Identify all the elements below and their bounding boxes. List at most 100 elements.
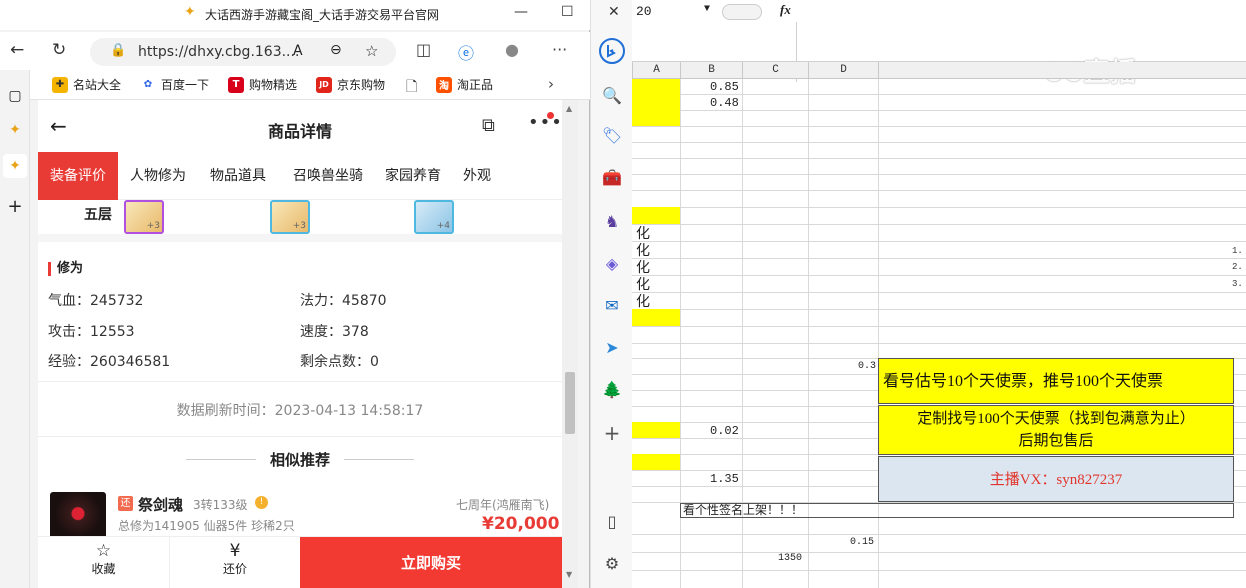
cell-b2[interactable]: 0.48: [710, 96, 739, 110]
recommendation-card[interactable]: 还 祭剑魂 3转133级 ! 七周年(鸿雁南飞) 总修为141905 仙器5件 …: [38, 484, 562, 540]
bargain-badge: 还: [118, 496, 133, 511]
toolbox-icon[interactable]: 🧰: [599, 164, 625, 190]
attr-speed: 速度：378: [300, 324, 369, 340]
col-d[interactable]: D: [808, 62, 878, 79]
new-tab-icon[interactable]: +: [3, 194, 27, 218]
favorite-star-icon[interactable]: ☆: [365, 42, 378, 60]
more-icon[interactable]: •••: [528, 112, 562, 133]
formula-cancel-icon[interactable]: [722, 4, 762, 20]
tab-items[interactable]: 物品道具: [198, 152, 278, 200]
cell-d-bottom[interactable]: 0.15: [850, 537, 874, 548]
fx-icon[interactable]: fx: [780, 2, 791, 18]
bookmark-label: 名站大全: [73, 78, 122, 92]
bookmark-icon: ✚: [52, 76, 68, 93]
send-icon[interactable]: ➤: [599, 334, 625, 360]
bookmark-item[interactable]: JD 京东购物: [316, 76, 385, 93]
tab-equipment-rating[interactable]: 装备评价: [38, 152, 118, 200]
promo-line-2: 后期包售后: [1018, 433, 1094, 449]
cell-b-low[interactable]: 1.35: [710, 472, 739, 486]
bargain-button[interactable]: ¥ 还价: [169, 537, 300, 588]
tab-home[interactable]: 家园养育: [378, 152, 448, 200]
bookmark-item[interactable]: 淘淘正品: [436, 76, 493, 93]
tab-favicon-icon[interactable]: ✦: [3, 154, 27, 178]
favorite-label: 收藏: [91, 562, 116, 576]
bookmark-label: 京东购物: [337, 78, 386, 92]
settings-icon[interactable]: ⚙: [599, 550, 625, 576]
row-number: 1.: [1232, 246, 1243, 256]
bookmark-item[interactable]: ✿ 百度一下: [140, 76, 209, 93]
signature-cell: 看个性签名上架！！！: [680, 503, 1234, 518]
minimize-icon[interactable]: —: [514, 4, 528, 20]
bookmark-item[interactable]: T 购物精选: [228, 76, 297, 93]
name-box[interactable]: 20 ▼: [632, 2, 720, 24]
tab-appearance[interactable]: 外观: [452, 152, 502, 200]
cell-text: 化: [636, 261, 650, 276]
edge-sidebar: 🔍 🏷 🧰 ♞ ◈ ✉ ➤ 🌲 + ▯ ⚙: [590, 0, 632, 588]
outlook-icon[interactable]: ✉: [599, 292, 625, 318]
character-name: 祭剑魂: [138, 496, 184, 514]
more-menu-icon[interactable]: ···: [552, 40, 567, 59]
page-header: ← 商品详情 ⧉ •••: [38, 100, 562, 152]
tab-character-cultivation[interactable]: 人物修为: [118, 152, 198, 200]
add-icon[interactable]: +: [599, 420, 625, 446]
paw-icon: ✿: [140, 76, 156, 93]
tab-pets-mounts[interactable]: 召唤兽坐骑: [278, 152, 378, 200]
promo-banner-custom: 定制找号100个天使票（找到包满意为止） 后期包售后: [878, 405, 1234, 455]
bookmark-item[interactable]: ✚ 名站大全: [52, 76, 121, 93]
formula-bar[interactable]: [632, 22, 1246, 82]
bookmark-label: 百度一下: [161, 78, 210, 92]
maximize-icon[interactable]: ☐: [561, 4, 574, 20]
page-scrollbar[interactable]: ▲ ▼: [562, 100, 578, 588]
cell-b1[interactable]: 0.85: [710, 80, 739, 94]
item-slot[interactable]: +3: [124, 200, 164, 234]
browser-toolbar: ← ↻ 🔒 https://dhxy.cbg.163.... A ⊖ ☆ ◫ ⓔ…: [0, 32, 590, 70]
cell-d-small[interactable]: 0.3: [858, 361, 876, 372]
m365-icon[interactable]: ◈: [599, 250, 625, 276]
attr-hp: 气血：245732: [48, 293, 144, 309]
split-screen-icon[interactable]: ◫: [416, 40, 431, 59]
cell-c-bottom[interactable]: 1350: [778, 553, 802, 564]
scroll-up-icon[interactable]: ▲: [566, 104, 572, 113]
profile-avatar-icon[interactable]: ●: [505, 40, 519, 59]
tree-icon[interactable]: 🌲: [599, 376, 625, 402]
col-c[interactable]: C: [742, 62, 808, 79]
cell-b-mid[interactable]: 0.02: [710, 424, 739, 438]
item-slot[interactable]: +4: [414, 200, 454, 234]
col-e[interactable]: [878, 62, 1246, 79]
col-b[interactable]: B: [680, 62, 742, 79]
buy-now-button[interactable]: 立即购买: [300, 537, 562, 588]
games-icon[interactable]: ♞: [599, 208, 625, 234]
ie-mode-icon[interactable]: ⓔ: [458, 40, 474, 64]
section-heading: 修为: [48, 262, 83, 276]
cell-text: 化: [636, 295, 650, 310]
attr-exp: 经验：260346581: [48, 354, 171, 370]
tmall-icon: T: [228, 76, 244, 93]
bing-chat-icon[interactable]: [599, 38, 625, 64]
search-icon[interactable]: 🔍: [599, 82, 625, 108]
tab-panel-icon[interactable]: ▢: [3, 84, 27, 108]
col-a[interactable]: A: [632, 62, 680, 79]
tag-icon[interactable]: 🏷: [599, 122, 625, 148]
page-icon[interactable]: 🗋: [406, 76, 417, 100]
promo-line-1: 定制找号100个天使票（找到包满意为止）: [917, 411, 1195, 427]
favorite-button[interactable]: ☆ 收藏: [38, 537, 169, 588]
lock-icon: 🔒: [110, 43, 127, 58]
read-aloud-icon[interactable]: A: [293, 43, 303, 59]
detail-tabs: 装备评价 人物修为 物品道具 召唤兽坐骑 家园养育 外观: [38, 152, 562, 200]
refresh-icon[interactable]: ↻: [52, 40, 66, 60]
scroll-thumb[interactable]: [565, 372, 575, 434]
tab-favicon-icon[interactable]: ✦: [3, 118, 27, 142]
close-icon[interactable]: ✕: [608, 4, 620, 20]
zoom-icon[interactable]: ⊖: [330, 42, 342, 58]
back-icon[interactable]: ←: [10, 40, 24, 60]
bargain-label: 还价: [222, 562, 247, 576]
similar-heading: 相似推荐: [269, 451, 330, 469]
item-slot[interactable]: +3: [270, 200, 310, 234]
spreadsheet: 20▼ fx CC直播 A B C D 0.85 0.4: [632, 0, 1246, 588]
scroll-down-icon[interactable]: ▼: [566, 570, 572, 579]
share-icon[interactable]: ⧉: [482, 115, 495, 136]
chevron-down-icon[interactable]: ▼: [704, 4, 710, 15]
chevron-right-icon[interactable]: ›: [548, 75, 554, 93]
address-bar[interactable]: 🔒 https://dhxy.cbg.163.... A ⊖ ☆: [90, 38, 396, 66]
sidebar-toggle-icon[interactable]: ▯: [599, 508, 625, 534]
